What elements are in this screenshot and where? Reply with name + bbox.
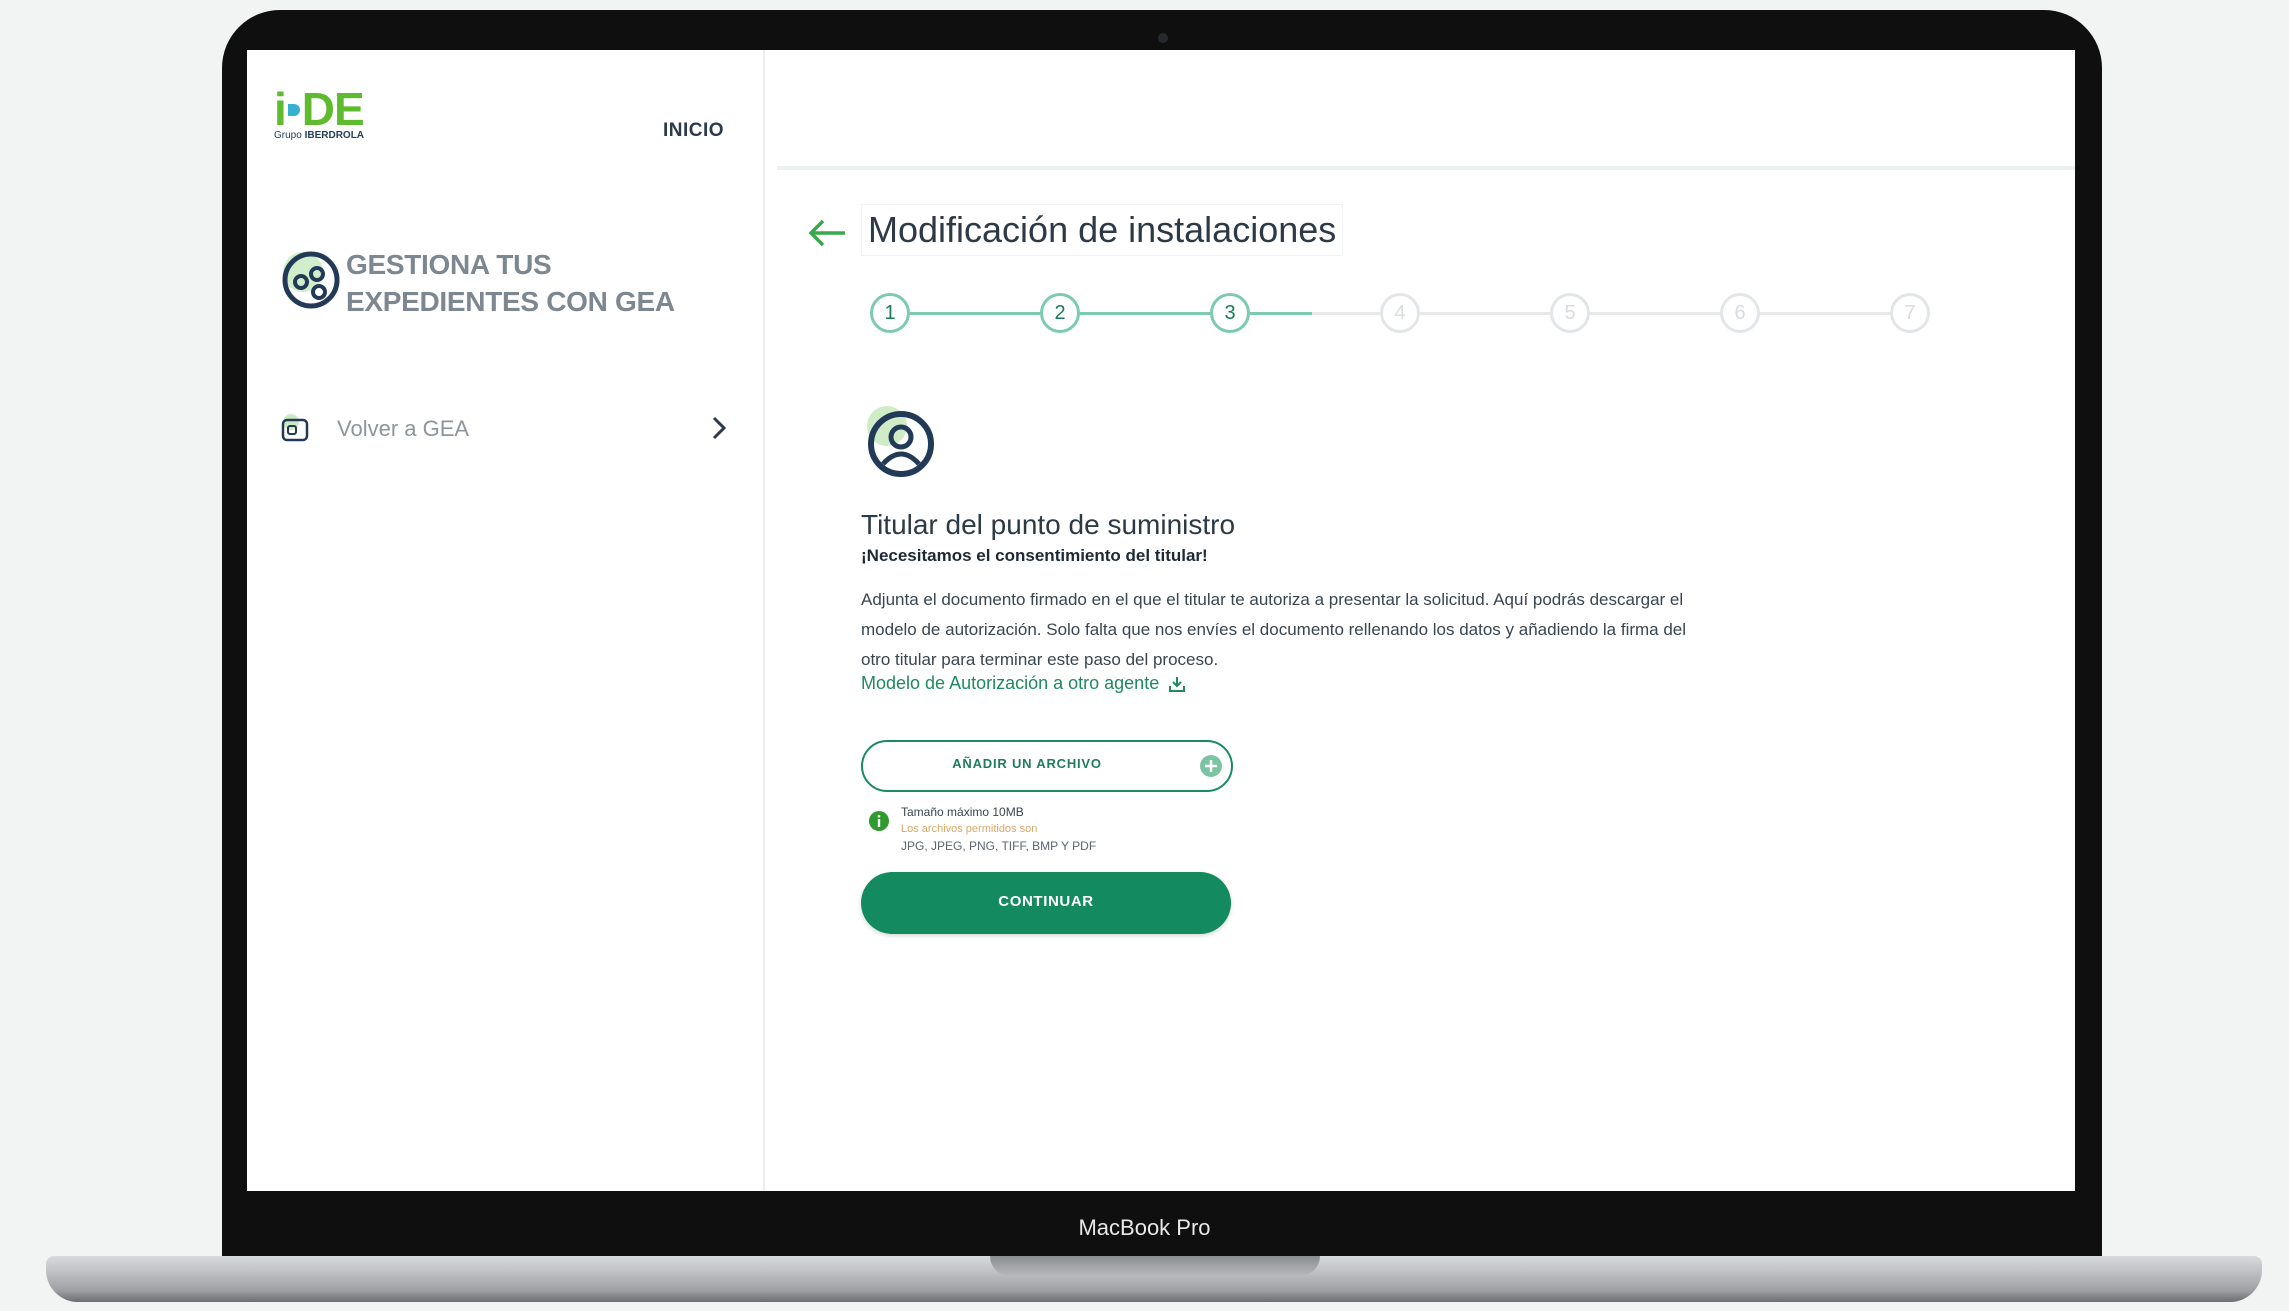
chevron-right-icon xyxy=(712,416,727,440)
step-7: 7 xyxy=(1890,293,1930,333)
app-icon xyxy=(281,414,309,442)
back-to-gea-link[interactable]: Volver a GEA xyxy=(279,408,729,448)
step-3: 3 xyxy=(1210,293,1250,333)
gea-title: GESTIONA TUS EXPEDIENTES CON GEA xyxy=(346,249,675,317)
file-allowed-label: Los archivos permitidos son xyxy=(901,823,1038,835)
logo-i: i xyxy=(274,83,287,135)
step-1: 1 xyxy=(870,293,910,333)
step-connector xyxy=(1080,312,1210,315)
file-max-size: Tamaño máximo 10MB xyxy=(901,805,1024,819)
download-link-label: Modelo de Autorización a otro agente xyxy=(861,673,1160,693)
download-authorization-link[interactable]: Modelo de Autorización a otro agente xyxy=(861,673,1186,694)
step-connector xyxy=(1312,312,1380,315)
step-6: 6 xyxy=(1720,293,1760,333)
step-connector xyxy=(1250,312,1312,315)
page-title: Modificación de instalaciones xyxy=(861,204,1344,256)
step-2: 2 xyxy=(1040,293,1080,333)
arrow-left-icon[interactable] xyxy=(807,218,847,248)
logo-subtitle: Grupo IBERDROLA xyxy=(274,130,384,141)
ide-logo[interactable]: i DE Grupo IBERDROLA xyxy=(274,84,384,154)
sidebar: i DE Grupo IBERDROLA INICIO GESTIONA TUS … xyxy=(247,50,765,1191)
top-bar xyxy=(777,50,2075,170)
file-allowed-types: JPG, JPEG, PNG, TIFF, BMP Y PDF xyxy=(901,839,1097,853)
camera xyxy=(1158,33,1168,43)
download-icon xyxy=(1169,677,1186,693)
info-icon xyxy=(869,811,889,831)
step-connector xyxy=(1590,312,1720,315)
add-file-label: AÑADIR UN ARCHIVO xyxy=(952,756,1102,771)
app-screen: i DE Grupo IBERDROLA INICIO GESTIONA TUS … xyxy=(247,50,2075,1191)
logo-sub-prefix: Grupo xyxy=(274,130,302,141)
step-connector xyxy=(910,312,1040,315)
user-circle-icon xyxy=(867,406,934,477)
continue-label: CONTINUAR xyxy=(998,893,1094,910)
continue-button[interactable]: CONTINUAR xyxy=(861,872,1231,934)
logo-wordmark: i DE xyxy=(274,84,384,134)
step-connector xyxy=(1760,312,1890,315)
add-file-button[interactable]: AÑADIR UN ARCHIVO xyxy=(861,740,1233,792)
plus-circle-icon xyxy=(1200,755,1222,777)
device-label: MacBook Pro xyxy=(1078,1215,1211,1240)
logo-de: DE xyxy=(301,83,365,135)
logo-dot-icon xyxy=(287,103,300,116)
progress-stepper: 1 2 3 4 5 6 7 xyxy=(870,293,1930,333)
gea-people-icon xyxy=(282,251,340,309)
step-connector xyxy=(1420,312,1550,315)
back-to-gea-label: Volver a GEA xyxy=(337,416,470,441)
logo-sub-brand: IBERDROLA xyxy=(304,130,365,141)
section-description: Adjunta el documento firmado en el que e… xyxy=(861,590,1687,669)
section-subtitle: ¡Necesitamos el consentimiento del titul… xyxy=(861,546,1208,565)
step-5: 5 xyxy=(1550,293,1590,333)
step-4: 4 xyxy=(1380,293,1420,333)
laptop-notch xyxy=(990,1256,1320,1276)
section-title: Titular del punto de suministro xyxy=(861,509,1236,540)
nav-home-link[interactable]: INICIO xyxy=(663,120,724,142)
